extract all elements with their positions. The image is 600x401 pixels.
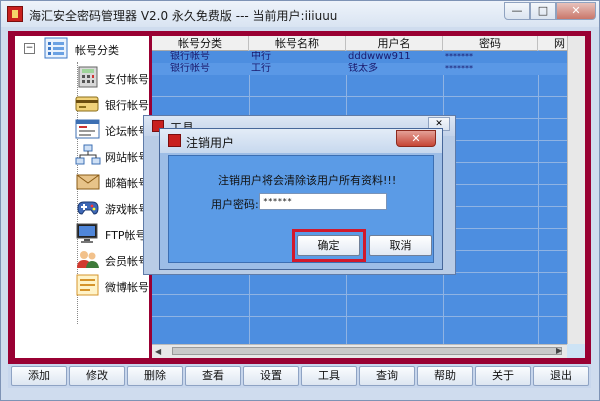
table-row[interactable]: 银行帐号 中行 dddwww911 ******* (152, 51, 585, 63)
password-input[interactable] (259, 193, 387, 210)
category-list-icon (44, 37, 68, 59)
column-header[interactable]: 帐号分类 (152, 36, 249, 51)
add-button[interactable]: 添加 (11, 366, 67, 386)
password-label: 用户密码: (211, 198, 259, 211)
column-header[interactable]: 用户名 (346, 36, 443, 51)
scroll-left-icon[interactable]: ◀ (155, 347, 161, 356)
grid-line (152, 96, 585, 97)
calculator-icon (78, 66, 98, 88)
edit-button[interactable]: 修改 (69, 366, 125, 386)
column-header[interactable]: 帐号名称 (249, 36, 346, 51)
table-header: 帐号分类 帐号名称 用户名 密码 网 (152, 36, 585, 51)
window-title: 海汇安全密码管理器 V2.0 永久免费版 --- 当前用户:iiiuuu (29, 9, 338, 23)
help-button[interactable]: 帮助 (417, 366, 473, 386)
tree-root-label: 帐号分类 (75, 44, 119, 57)
settings-button[interactable]: 设置 (243, 366, 299, 386)
tree-root[interactable]: − 帐号分类 (15, 36, 149, 62)
tree-item-label: 微博帐号 (105, 281, 149, 294)
grid-line (538, 50, 539, 344)
column-header[interactable]: 密码 (443, 36, 538, 51)
tools-button[interactable]: 工具 (301, 366, 357, 386)
tree-item-payment[interactable]: 支付帐号 (15, 65, 149, 91)
minimize-button[interactable]: — (504, 2, 530, 20)
about-button[interactable]: 关于 (475, 366, 531, 386)
ok-button[interactable]: 确定 (297, 235, 360, 256)
cell-account-name: 中行 (251, 51, 271, 62)
mail-icon (76, 174, 100, 190)
warning-message: 注销用户将会清除该用户所有资料!!! (218, 174, 397, 187)
delete-button[interactable]: 删除 (127, 366, 183, 386)
network-icon (75, 144, 101, 165)
table-row[interactable]: 银行帐号 工行 钱太多 ******* (152, 63, 585, 75)
weibo-icon (76, 274, 99, 296)
app-logo-icon (168, 134, 181, 147)
close-button[interactable]: ✕ (556, 2, 596, 20)
scrollbar-thumb[interactable] (172, 347, 562, 355)
tree-item-forum[interactable]: 论坛帐号 (15, 117, 149, 143)
bank-card-icon (75, 96, 99, 112)
cell-account-name: 工行 (251, 63, 271, 74)
tree-item-bank[interactable]: 银行帐号 (15, 91, 149, 117)
app-logo-icon (7, 6, 23, 22)
maximize-button[interactable]: □ (530, 2, 556, 20)
cancel-button[interactable]: 取消 (369, 235, 432, 256)
dialog-titlebar[interactable]: 注销用户 ✕ (160, 129, 442, 153)
grid-line (152, 294, 585, 295)
tree-item-email[interactable]: 邮箱帐号 (15, 169, 149, 195)
tree-item-label: 支付帐号 (105, 73, 149, 86)
users-icon (77, 251, 99, 268)
tree-item-label: 银行帐号 (105, 99, 149, 112)
exit-button[interactable]: 退出 (533, 366, 589, 386)
cell-password: ******* (445, 64, 473, 73)
dialog-close-button[interactable]: ✕ (396, 130, 436, 147)
tree-item-game[interactable]: 游戏帐号 (15, 195, 149, 221)
cell-password: ******* (445, 52, 473, 61)
cell-username: 钱太多 (348, 63, 378, 74)
scroll-right-icon[interactable]: ▶ (556, 346, 562, 355)
category-tree[interactable]: − 帐号分类 支付帐号 银行帐号 论坛帐号 网站帐号 邮箱帐号 游戏帐号 FTP… (15, 36, 149, 358)
monitor-icon (76, 223, 98, 243)
column-header[interactable]: 网 (538, 36, 568, 51)
tree-item-ftp[interactable]: FTP帐号 (15, 221, 149, 247)
dialog-title: 注销用户 (186, 136, 235, 150)
vertical-scrollbar[interactable] (567, 36, 585, 344)
collapse-toggle-icon[interactable]: − (24, 43, 35, 54)
title-bar[interactable]: 海汇安全密码管理器 V2.0 永久免费版 --- 当前用户:iiiuuu — □… (1, 1, 599, 27)
search-button[interactable]: 查询 (359, 366, 415, 386)
cell-username: dddwww911 (348, 51, 411, 62)
grid-line (152, 316, 585, 317)
forum-window-icon (75, 119, 100, 139)
view-button[interactable]: 查看 (185, 366, 241, 386)
tree-item-website[interactable]: 网站帐号 (15, 143, 149, 169)
tree-item-label: FTP帐号 (105, 229, 147, 242)
tree-item-member[interactable]: 会员帐号 (15, 247, 149, 273)
gamepad-icon (77, 201, 99, 215)
tree-item-weibo[interactable]: 微博帐号 (15, 273, 149, 299)
